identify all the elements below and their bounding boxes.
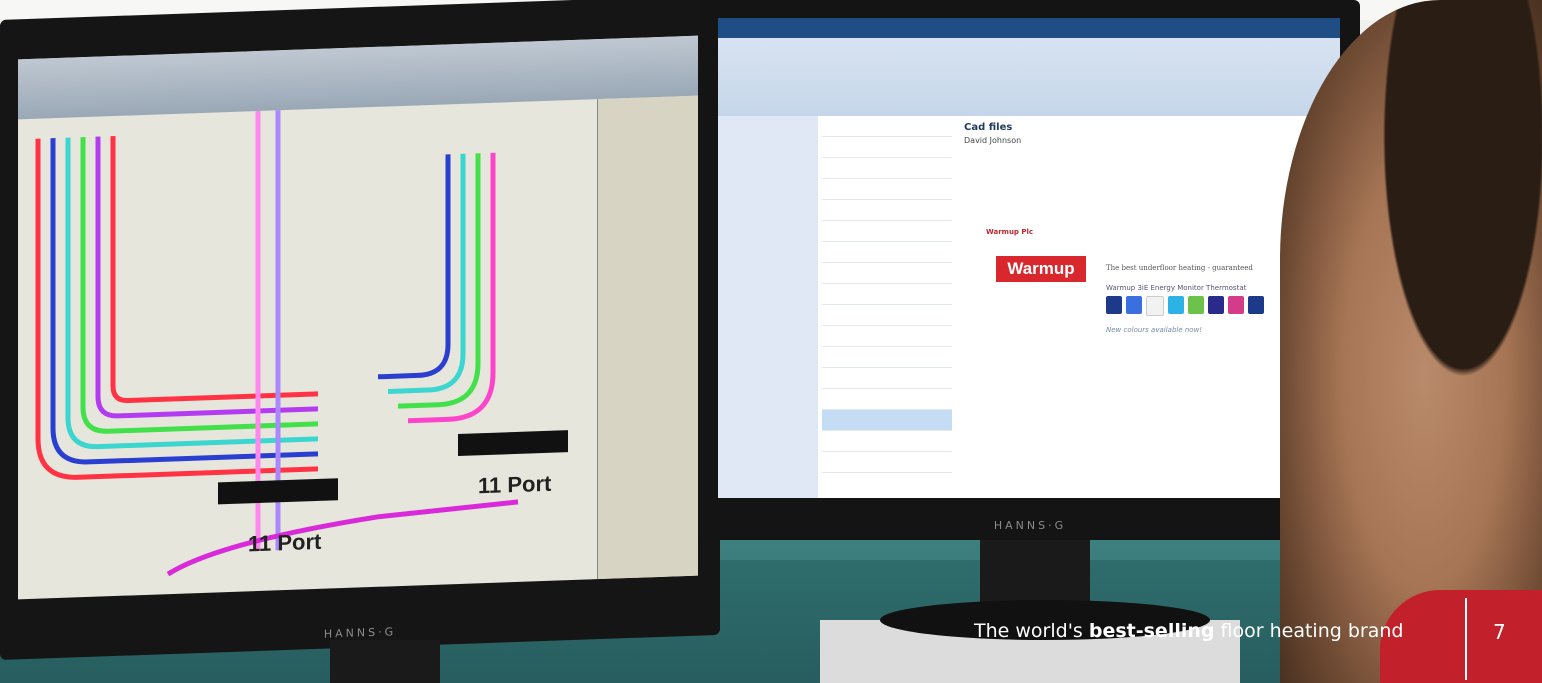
email-sender: David Johnson: [964, 136, 1022, 145]
thermostat-swatch: [1126, 296, 1142, 314]
pipe-red-2: [110, 135, 318, 404]
thermostat-swatch: [1106, 296, 1122, 314]
list-item: [822, 389, 952, 410]
list-item: [822, 200, 952, 221]
page-number: 7: [1493, 620, 1506, 644]
right-monitor: Cad files David Johnson Warmup Plc Warmu…: [700, 0, 1360, 540]
thermostat-swatch: [1168, 296, 1184, 314]
caption-divider: [1465, 598, 1467, 680]
email-product: Warmup 3iE Energy Monitor Thermostat: [1106, 284, 1247, 292]
email-subject: Cad files: [964, 122, 1013, 133]
monitor-brand-right: HANNS·G: [993, 519, 1067, 532]
outlook-screen: Cad files David Johnson Warmup Plc Warmu…: [718, 18, 1340, 498]
list-item-selected: [822, 410, 952, 431]
list-item: [822, 221, 952, 242]
mail-nav-pane: [718, 116, 819, 498]
list-item: [822, 326, 952, 347]
monitor-stand-left: [330, 640, 440, 683]
thermostat-swatch: [1188, 296, 1204, 314]
cad-drawing: [35, 110, 519, 577]
warmup-logo: Warmup: [996, 256, 1086, 282]
cad-properties-panel: [597, 95, 698, 580]
person-shirt: [1380, 590, 1542, 683]
caption-suffix: floor heating brand: [1214, 620, 1404, 642]
port-label-right: 11 Port: [478, 470, 552, 499]
cad-screen: 11 Port 11 Port: [18, 35, 698, 600]
list-item: [822, 179, 952, 200]
list-item: [822, 431, 952, 452]
message-list: [818, 116, 957, 498]
list-item: [822, 284, 952, 305]
office-photo: 11 Port 11 Port HANNS·G Cad files David …: [0, 0, 1542, 683]
caption-prefix: The world's: [974, 620, 1089, 642]
list-item: [822, 347, 952, 368]
list-item: [822, 242, 952, 263]
email-tagline: The best underfloor heating - guaranteed: [1106, 264, 1253, 272]
email-colours-note: New colours available now!: [1106, 326, 1203, 334]
email-company: Warmup Plc: [986, 228, 1034, 236]
thermostat-swatch: [1248, 296, 1264, 314]
pipe-purple: [95, 136, 318, 419]
pipe-blue-2: [378, 154, 451, 380]
caption-bold: best-selling: [1088, 620, 1215, 642]
thermostat-swatch: [1228, 296, 1244, 314]
port-label-left: 11 Port: [248, 528, 322, 557]
list-item: [822, 137, 952, 158]
list-item: [822, 263, 952, 284]
pipe-magenta-lower: [166, 499, 519, 577]
thermostat-colours: [1106, 296, 1264, 316]
manifold-bar-left: [218, 478, 338, 505]
list-item: [822, 368, 952, 389]
thermostat-swatch: [1208, 296, 1224, 314]
manifold-bar-right: [458, 430, 568, 457]
list-item: [822, 116, 952, 137]
list-item: [822, 158, 952, 179]
pipe-green: [80, 137, 318, 434]
pipe-cyan-2: [388, 153, 466, 394]
list-item: [822, 305, 952, 326]
list-item: [822, 452, 952, 473]
person: [1280, 0, 1542, 683]
outlook-ribbon: [718, 18, 1340, 117]
thermostat-swatch: [1146, 296, 1164, 316]
left-monitor: 11 Port 11 Port HANNS·G: [0, 0, 720, 660]
caption: The world's best-selling floor heating b…: [974, 620, 1403, 642]
ribbon-tabs: [718, 18, 1340, 38]
